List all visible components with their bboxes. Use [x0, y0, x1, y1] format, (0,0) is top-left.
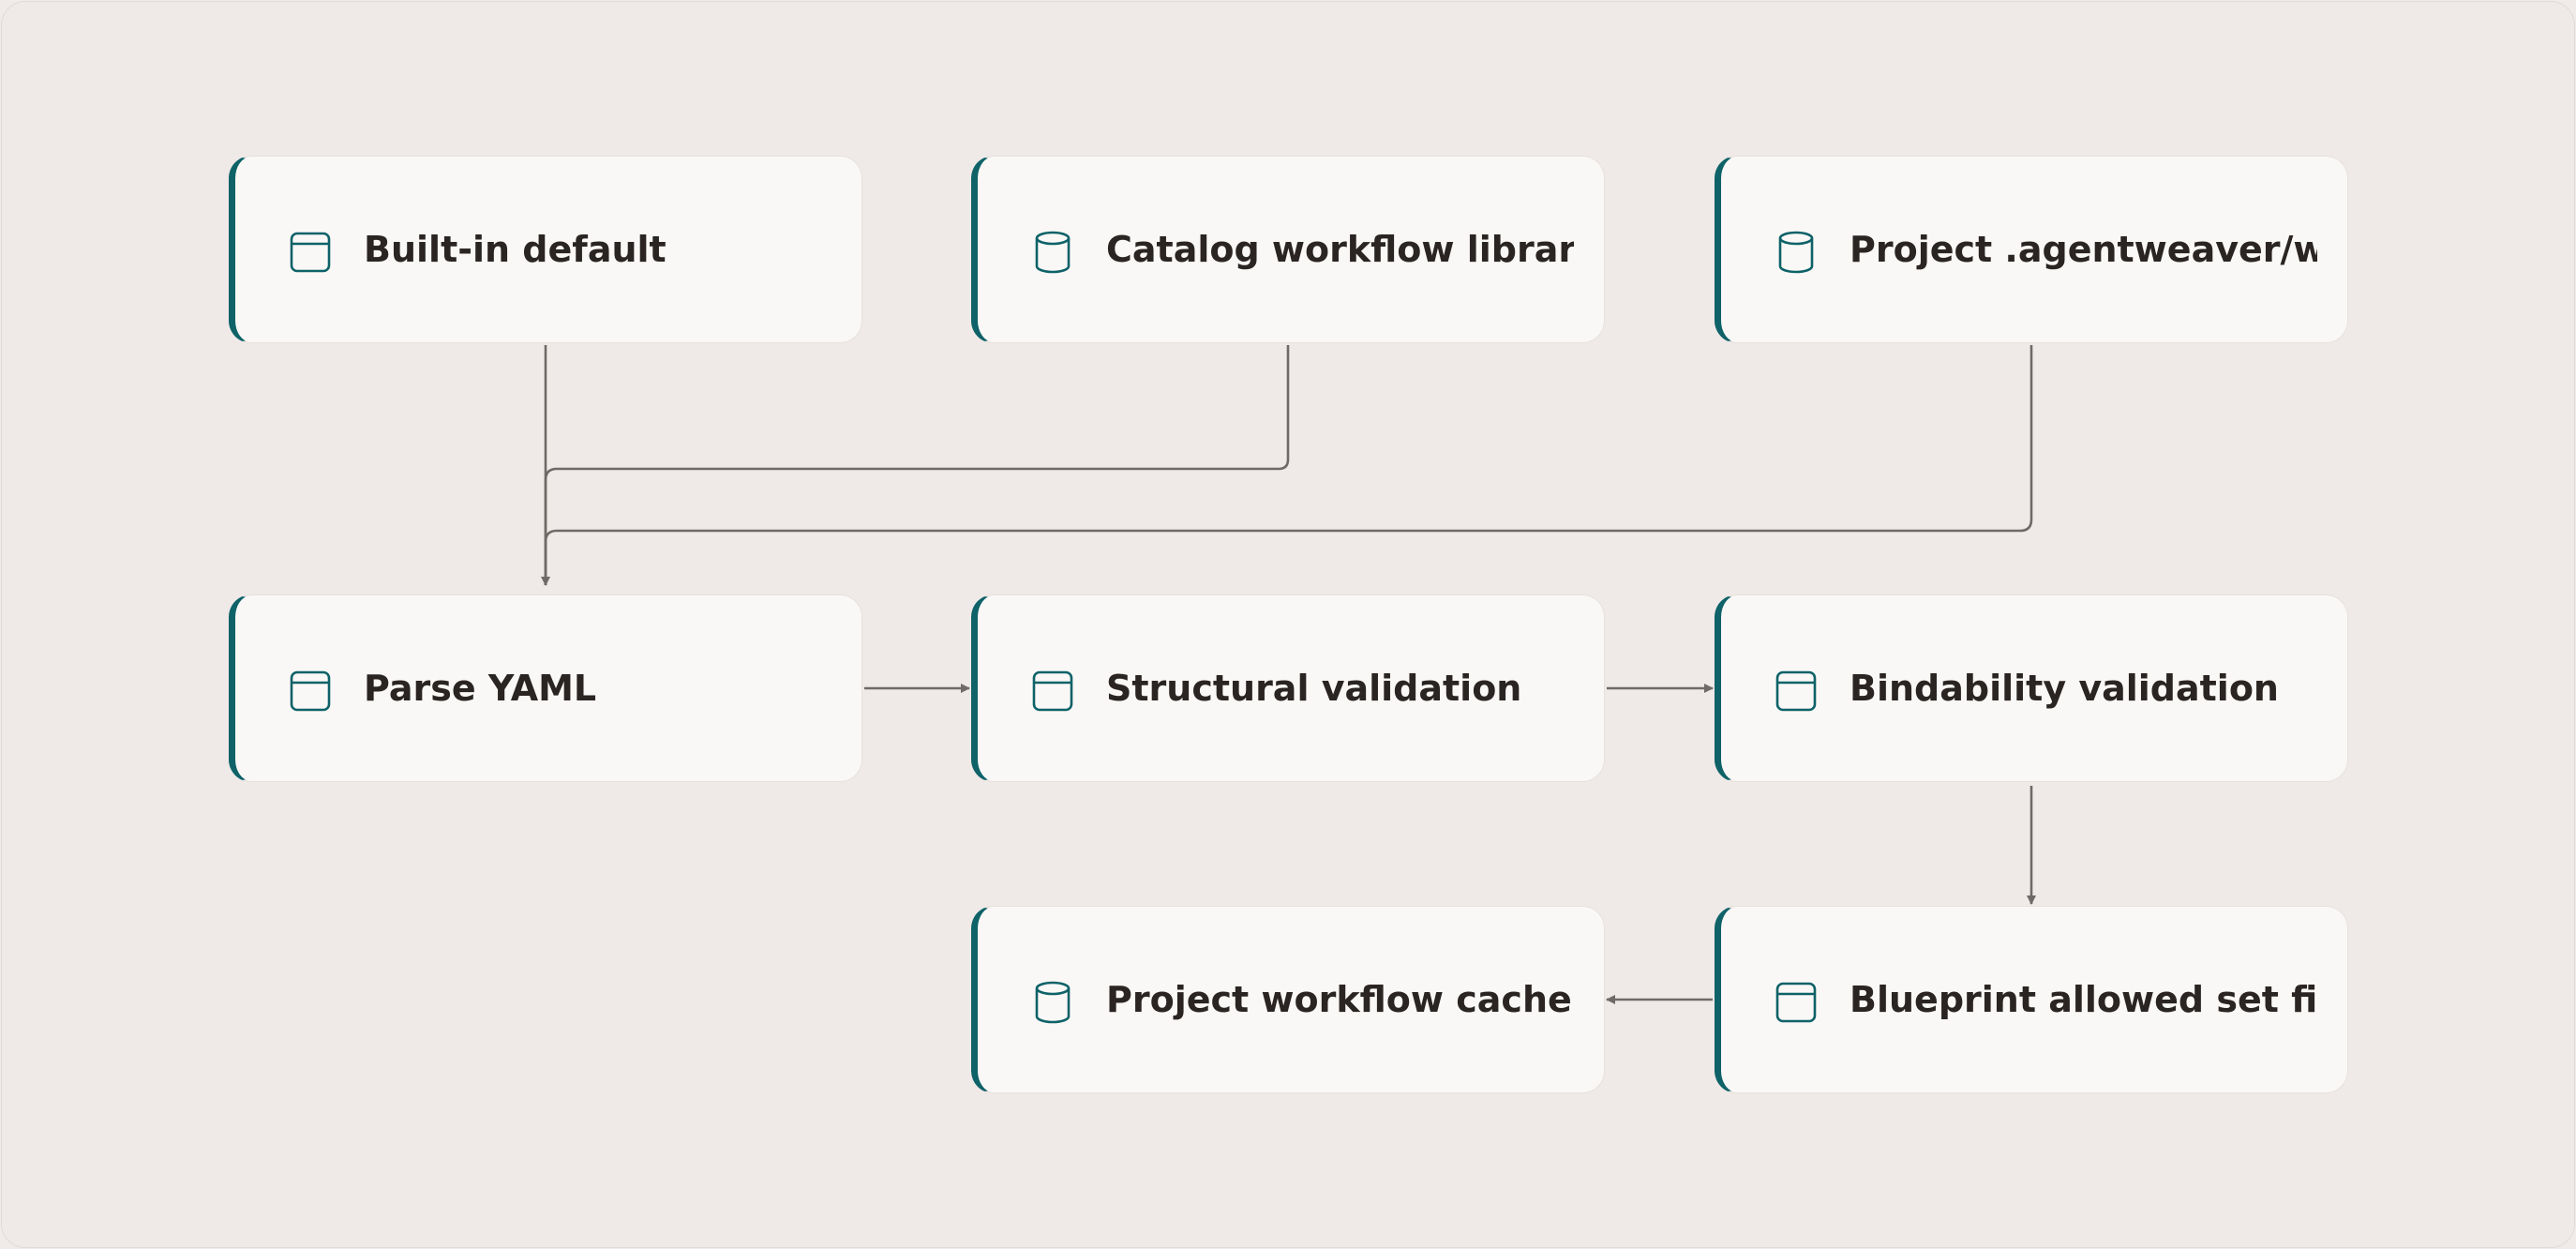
node-label: Built-in default — [364, 229, 666, 270]
edge-catalog-to-parse — [544, 345, 1290, 585]
panel-icon — [1775, 670, 1817, 712]
node-label: Parse YAML — [364, 668, 597, 709]
database-icon — [1778, 231, 1814, 274]
database-icon — [1035, 981, 1071, 1024]
node-label: Catalog workflow library — [1106, 229, 1574, 270]
panel-icon — [290, 670, 331, 712]
panel-icon — [1032, 670, 1073, 712]
node-label: Project .agentweaver/wor... — [1850, 229, 2317, 270]
node-built-in-default[interactable]: Built-in default — [229, 156, 862, 343]
node-project-workflow-cache[interactable]: Project workflow cache — [971, 906, 1605, 1093]
panel-icon — [290, 232, 331, 273]
node-structural-validation[interactable]: Structural validation — [971, 594, 1605, 782]
node-catalog-workflow-library[interactable]: Catalog workflow library — [971, 156, 1605, 343]
diagram-canvas: Built-in default Catalog workflow librar… — [1, 1, 2575, 1248]
node-blueprint-allowed-set-filter[interactable]: Blueprint allowed set filter — [1715, 906, 2348, 1093]
node-label: Bindability validation — [1850, 668, 2279, 709]
node-parse-yaml[interactable]: Parse YAML — [229, 594, 862, 782]
database-icon — [1035, 231, 1071, 274]
node-label: Structural validation — [1106, 668, 1522, 709]
node-label: Project workflow cache — [1106, 979, 1572, 1020]
panel-icon — [1775, 982, 1817, 1023]
node-label: Blueprint allowed set filter — [1850, 979, 2317, 1020]
node-bindability-validation[interactable]: Bindability validation — [1715, 594, 2348, 782]
node-project-agentweaver-dir[interactable]: Project .agentweaver/wor... — [1715, 156, 2348, 343]
